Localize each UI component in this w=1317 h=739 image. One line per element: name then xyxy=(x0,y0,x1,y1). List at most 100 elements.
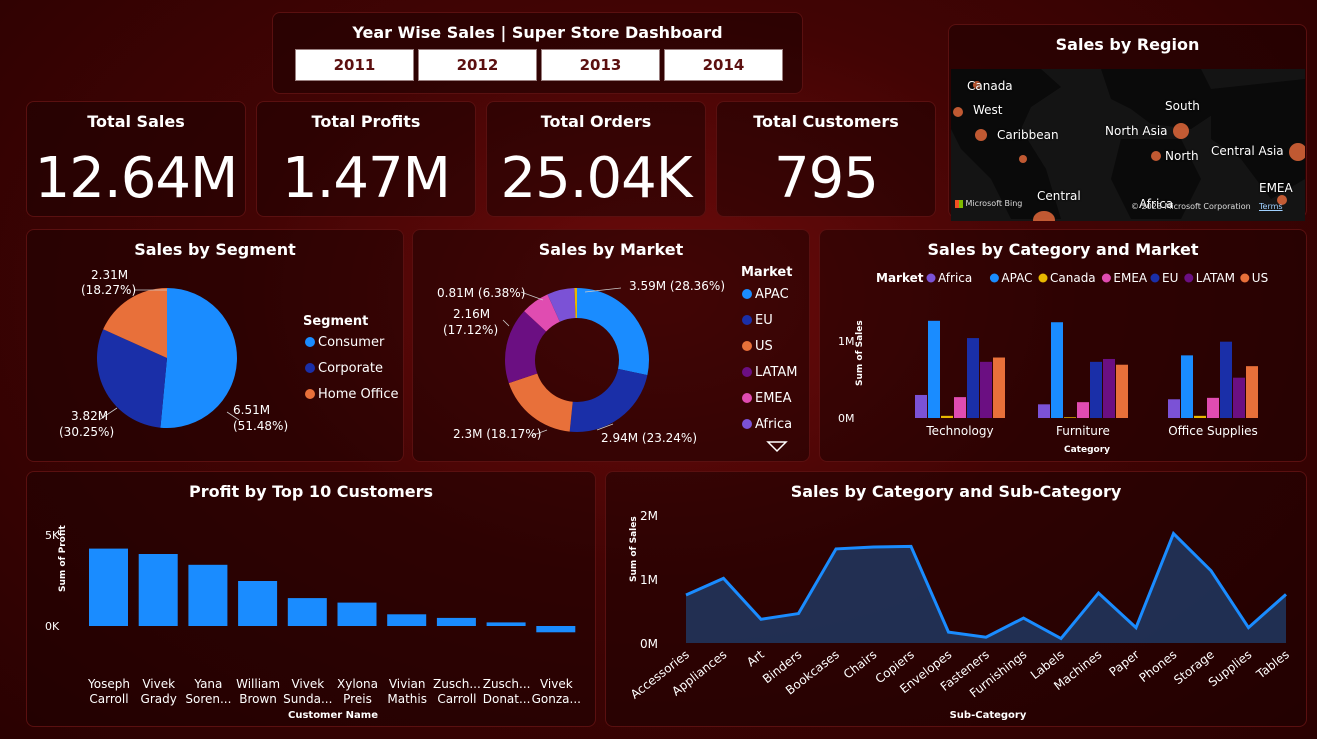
legend-us[interactable]: US xyxy=(755,339,773,354)
catmarket-bar[interactable] xyxy=(1207,397,1219,418)
segment-corporate-label: (30.25%) xyxy=(59,425,114,439)
catmarket-legend-canada[interactable]: Canada xyxy=(1050,271,1096,285)
catmarket-legend-emea[interactable]: EMEA xyxy=(1113,271,1148,285)
customer-name-label: Brown xyxy=(239,692,277,706)
kpi-value: 795 xyxy=(774,146,879,211)
customer-name-label: Grady xyxy=(141,692,177,706)
catmarket-bar[interactable] xyxy=(1233,377,1245,418)
customer-bar[interactable] xyxy=(238,581,278,626)
catmarket-bar[interactable] xyxy=(1038,404,1050,418)
catmarket-bar[interactable] xyxy=(1181,355,1193,418)
year-2012-button[interactable]: 2012 xyxy=(418,49,537,81)
subcat-xtick: Art xyxy=(744,647,767,669)
catmarket-bar[interactable] xyxy=(1064,417,1076,418)
customer-name-label: Carroll xyxy=(437,692,476,706)
catmarket-bar[interactable] xyxy=(1090,361,1102,418)
catmarket-bar[interactable] xyxy=(928,320,940,418)
customer-name-label: Zusch... xyxy=(433,677,481,691)
segment-consumer-label: 6.51M xyxy=(233,403,270,417)
catmarket-xlabel: Category xyxy=(1064,445,1110,455)
customer-bar[interactable] xyxy=(287,598,327,626)
catmarket-ytick: 1M xyxy=(838,335,855,348)
catmarket-legend-dot xyxy=(1038,273,1048,283)
legend-latam[interactable]: LATAM xyxy=(755,365,797,380)
map-bubble[interactable] xyxy=(1019,155,1027,163)
subcat-area-fill xyxy=(686,533,1286,643)
legend-scroll-down-icon[interactable] xyxy=(766,441,788,453)
catmarket-bar[interactable] xyxy=(954,397,966,418)
sales-by-segment-panel: Sales by Segment 2.31M (18.27%) 3.82M (3… xyxy=(26,229,404,462)
catmarket-legend-eu[interactable]: EU xyxy=(1162,271,1178,285)
customer-bar[interactable] xyxy=(387,614,427,626)
market-donut-chart: 3.59M (28.36%) 0.81M (6.38%) 2.16M (17.1… xyxy=(437,265,797,453)
market-legend-title: Market xyxy=(741,265,792,280)
customer-bar[interactable] xyxy=(337,602,377,626)
map-label: EMEA xyxy=(1259,181,1293,195)
segment-pie-chart: 2.31M (18.27%) 3.82M (30.25%) 6.51M (51.… xyxy=(59,268,398,439)
catmarket-bar[interactable] xyxy=(1168,399,1180,418)
legend-corporate[interactable]: Corporate xyxy=(318,361,383,376)
map-label: North xyxy=(1165,149,1199,163)
catmarket-bar[interactable] xyxy=(1220,341,1232,418)
subcategory-area-chart: Sum of Sales 0M 1M 2M AccessoriesApplian… xyxy=(628,509,1292,721)
market-slice-eu[interactable] xyxy=(569,368,648,432)
catmarket-bar[interactable] xyxy=(915,394,927,418)
catmarket-bar[interactable] xyxy=(1246,366,1258,418)
catmarket-bar[interactable] xyxy=(941,415,953,418)
market-slice-us[interactable] xyxy=(508,373,573,432)
customer-name-label: Soren... xyxy=(185,692,231,706)
catmarket-legend-us[interactable]: US xyxy=(1252,271,1268,285)
year-2013-button[interactable]: 2013 xyxy=(541,49,660,81)
catmarket-bar[interactable] xyxy=(993,357,1005,418)
customer-bar[interactable] xyxy=(138,554,178,626)
catmarket-legend-latam[interactable]: LATAM xyxy=(1196,271,1235,285)
customer-name-label: Vivek xyxy=(540,677,573,691)
sales-by-market-panel: Sales by Market 3.59M (28.36%) 0.81M (6.… xyxy=(412,229,810,462)
catmarket-bar[interactable] xyxy=(1077,402,1089,418)
map-bubble[interactable] xyxy=(975,129,987,141)
legend-home-office[interactable]: Home Office xyxy=(318,387,398,402)
year-2011-button[interactable]: 2011 xyxy=(295,49,414,81)
map-bubble[interactable] xyxy=(1173,123,1189,139)
map-bubble[interactable] xyxy=(953,107,963,117)
catmarket-bar[interactable] xyxy=(1103,358,1115,418)
customer-bar[interactable] xyxy=(536,626,576,633)
catmarket-bar[interactable] xyxy=(1194,415,1206,418)
kpi-label: Total Sales xyxy=(87,112,185,131)
customer-name-label: Gonza... xyxy=(532,692,581,706)
legend-apac[interactable]: APAC xyxy=(755,287,789,302)
legend-africa[interactable]: Africa xyxy=(755,417,792,432)
catmarket-bar[interactable] xyxy=(980,361,992,418)
customer-bar[interactable] xyxy=(188,564,228,626)
customer-bar[interactable] xyxy=(486,622,526,626)
customer-bar[interactable] xyxy=(89,548,128,626)
segment-home-label: 2.31M xyxy=(91,268,128,282)
map-bubble[interactable] xyxy=(1289,143,1305,161)
sales-by-region-panel: Sales by Region Canada West Caribbean So… xyxy=(948,24,1307,221)
catmarket-bar[interactable] xyxy=(967,338,979,418)
segment-slice-consumer[interactable] xyxy=(160,288,238,428)
catmarket-legend-africa[interactable]: Africa xyxy=(938,271,972,285)
catmarket-legend-apac[interactable]: APAC xyxy=(1001,271,1032,285)
market-eu-label: 2.94M (23.24%) xyxy=(601,431,697,445)
customer-name-label: Donat... xyxy=(483,692,531,706)
legend-emea[interactable]: EMEA xyxy=(755,391,792,406)
customer-name-label: Carroll xyxy=(89,692,128,706)
catmarket-bar[interactable] xyxy=(1116,364,1128,418)
kpi-value: 12.64M xyxy=(34,146,239,211)
map-terms-link[interactable]: Terms xyxy=(1259,202,1283,211)
legend-consumer[interactable]: Consumer xyxy=(318,335,385,350)
customer-bar[interactable] xyxy=(436,617,476,626)
legend-eu[interactable]: EU xyxy=(755,313,773,328)
subcat-ytick: 2M xyxy=(640,509,658,523)
subcat-ytick: 0M xyxy=(640,637,658,651)
region-map[interactable]: Canada West Caribbean South North Asia N… xyxy=(951,69,1305,221)
market-slice-apac[interactable] xyxy=(577,288,649,376)
map-bubble[interactable] xyxy=(1151,151,1161,161)
catmarket-bar[interactable] xyxy=(1051,322,1063,418)
year-2014-button[interactable]: 2014 xyxy=(664,49,783,81)
kpi-total-orders: Total Orders 25.04K xyxy=(486,101,706,217)
segment-home-label: (18.27%) xyxy=(81,283,136,297)
legend-corporate-dot xyxy=(305,363,315,373)
year-filter-panel: Year Wise Sales | Super Store Dashboard … xyxy=(272,12,803,94)
